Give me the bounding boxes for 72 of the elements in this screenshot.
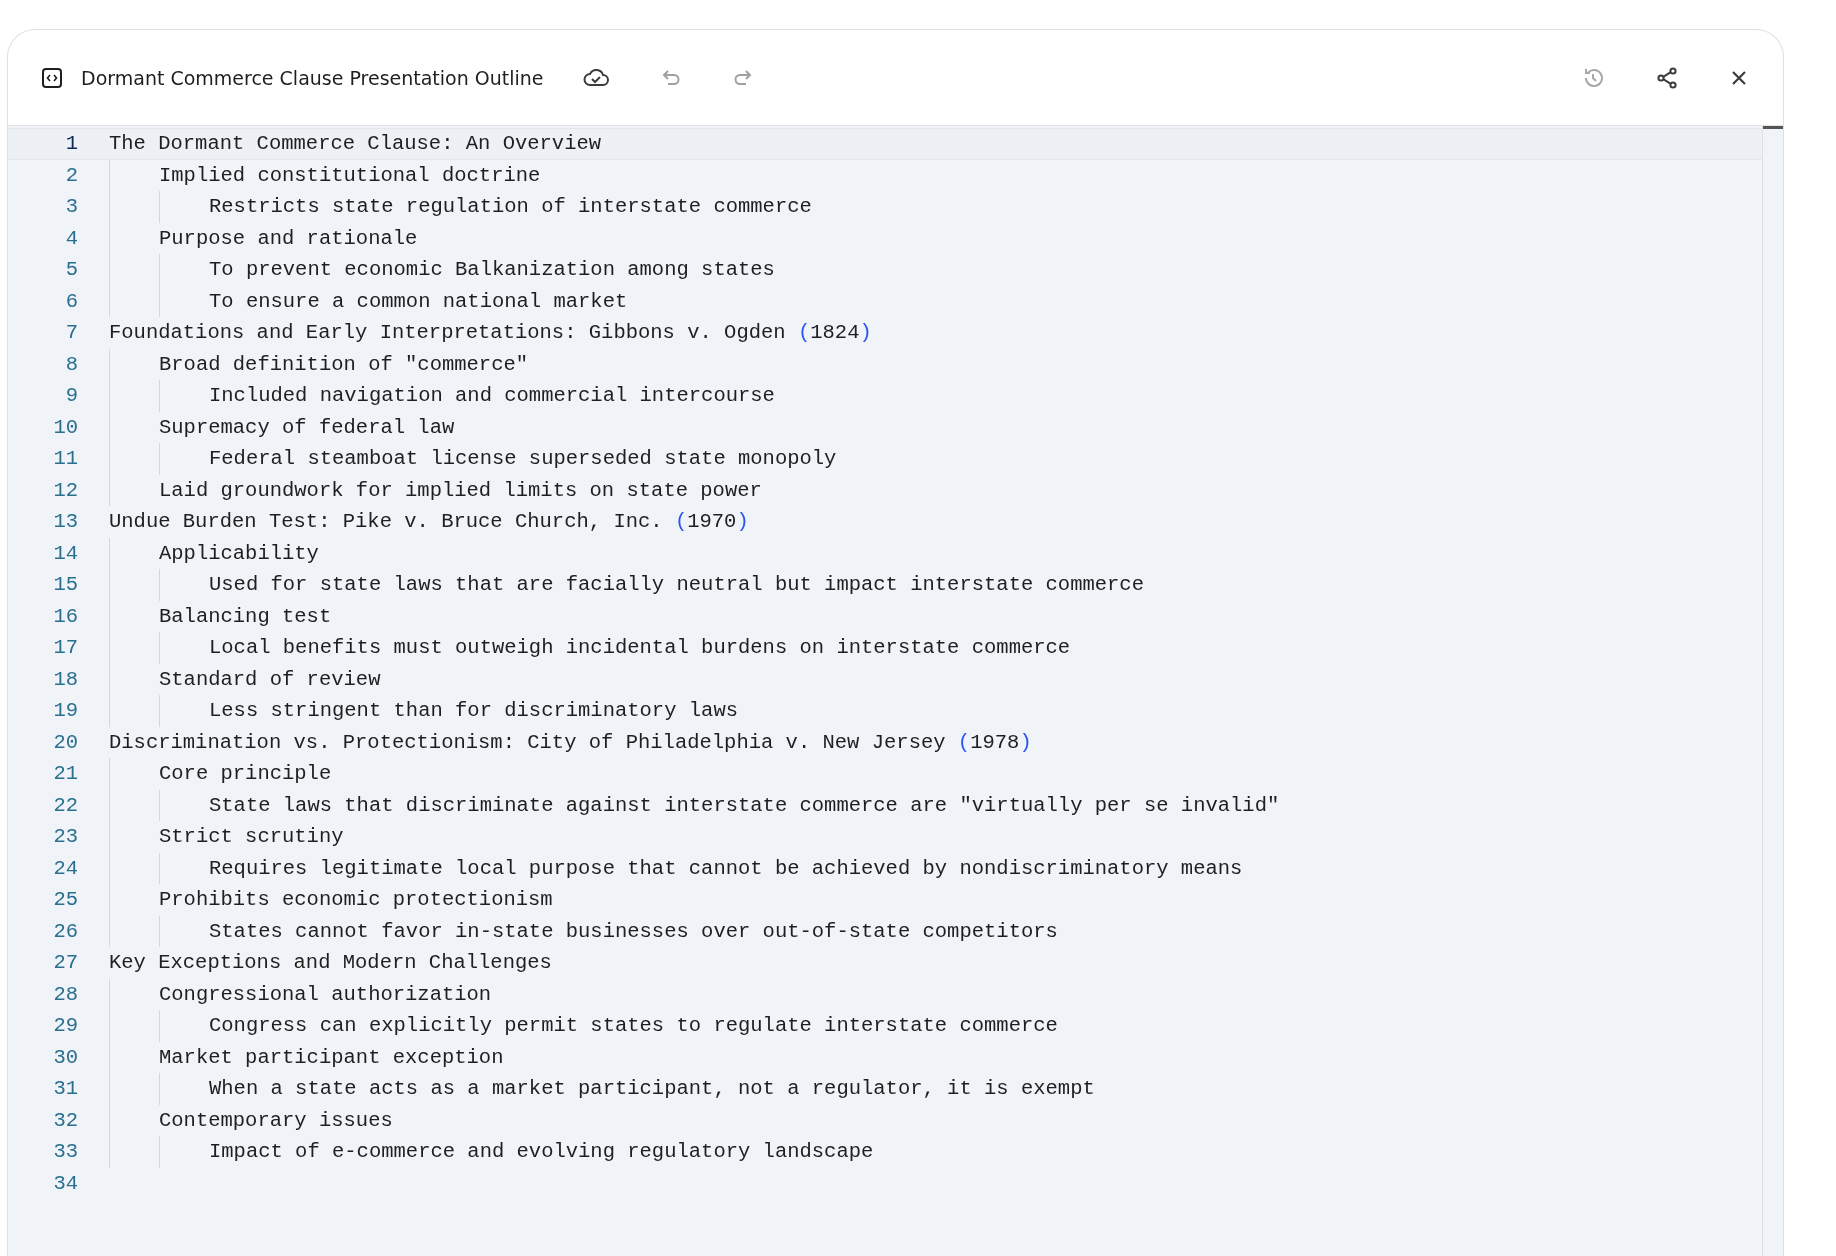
code-line: Standard of review <box>159 666 381 693</box>
code-line: Congress can explicitly permit states to regulate interstate commerce <box>209 1013 1058 1039</box>
line-number: 25 <box>52 887 78 913</box>
line-number: 23 <box>52 824 78 850</box>
code-line: Included navigation and commercial intercourse <box>209 383 775 409</box>
line-number: 12 <box>52 477 78 504</box>
line-number: 13 <box>52 509 78 535</box>
code-line: Laid groundwork for implied limits on state power <box>159 477 762 504</box>
line-number: 29 <box>52 1013 78 1039</box>
code-line: Less stringent than for discriminatory laws <box>209 698 738 724</box>
line-number: 17 <box>52 635 78 661</box>
line-number: 22 <box>52 792 78 819</box>
code-line: When a state acts as a market participant, not a regulator, it is exempt <box>209 1076 1095 1102</box>
line-number: 19 <box>52 698 78 724</box>
line-number: 2 <box>64 162 78 189</box>
code-line: State laws that discriminate against interstate commerce are "virtually per se invalid" <box>209 792 1280 819</box>
code-line: Restricts state regulation of interstate commerce <box>209 194 812 220</box>
code-line: The Dormant Commerce Clause: An Overview <box>109 131 602 157</box>
line-number: 28 <box>52 981 78 1008</box>
code-line: Contemporary issues <box>159 1107 393 1134</box>
code-line: Purpose and rationale <box>159 225 418 252</box>
code-line: Supremacy of federal law <box>159 414 455 441</box>
line-number: 15 <box>52 572 78 598</box>
line-number: 18 <box>52 666 78 693</box>
code-line: Used for state laws that are facially neutral but impact interstate commerce <box>209 572 1144 598</box>
line-number: 21 <box>52 761 78 787</box>
line-number: 14 <box>52 540 78 567</box>
line-number: 6 <box>64 288 78 315</box>
line-number: 10 <box>52 414 78 441</box>
code-line: Discrimination vs. Protectionism: City of Philadelphia v. New Jersey (1978) <box>109 729 1032 756</box>
line-number: 30 <box>52 1044 78 1071</box>
code-file-icon <box>41 66 63 89</box>
code-line: Balancing test <box>159 603 332 630</box>
code-line: To ensure a common national market <box>209 288 628 315</box>
line-number: 32 <box>52 1107 78 1134</box>
code-line: Congressional authorization <box>159 981 492 1008</box>
code-line: Strict scrutiny <box>159 824 344 850</box>
line-number: 24 <box>52 855 78 882</box>
share-icon <box>1655 65 1679 90</box>
line-number: 8 <box>64 351 78 378</box>
line-number: 3 <box>64 194 78 220</box>
line-number: 31 <box>52 1076 78 1102</box>
line-number: 27 <box>52 950 78 976</box>
line-number: 33 <box>52 1139 78 1165</box>
cloud-check-icon <box>581 66 610 89</box>
code-line: Local benefits must outweigh incidental burdens on interstate commerce <box>209 635 1071 661</box>
line-number: 34 <box>52 1170 78 1197</box>
line-number: 26 <box>52 918 78 945</box>
code-line: Implied constitutional doctrine <box>159 162 541 189</box>
line-number: 4 <box>64 225 78 252</box>
code-line: States cannot favor in-state businesses over out-of-state competitors <box>209 918 1058 945</box>
code-line: Foundations and Early Interpretations: Gibbons v. Ogden (1824) <box>109 320 872 346</box>
line-number: 1 <box>64 131 78 157</box>
code-line: Core principle <box>159 761 332 787</box>
code-line: To prevent economic Balkanization among states <box>209 257 775 283</box>
line-number: 7 <box>64 320 78 346</box>
document-title: Dormant Commerce Clause Presentation Outline <box>81 66 544 89</box>
code-line: Market participant exception <box>159 1044 504 1071</box>
code-line: Undue Burden Test: Pike v. Bruce Church, Inc. (1970) <box>109 509 749 535</box>
code-line: Broad definition of "commerce" <box>159 351 529 378</box>
code-line: Prohibits economic protectionism <box>159 887 553 913</box>
code-line: Federal steamboat license superseded state monopoly <box>209 446 837 472</box>
code-line: Key Exceptions and Modern Challenges <box>109 950 552 976</box>
code-line: Impact of e-commerce and evolving regulatory landscape <box>209 1139 874 1165</box>
line-number: 16 <box>52 603 78 630</box>
code-line: Applicability <box>159 540 319 567</box>
code-line: Requires legitimate local purpose that cannot be achieved by nondiscriminatory means <box>209 855 1243 882</box>
line-number: 11 <box>52 446 78 472</box>
line-number: 20 <box>52 729 78 756</box>
line-number: 9 <box>64 383 78 409</box>
scrollbar[interactable] <box>1762 126 1783 1256</box>
line-number: 5 <box>64 257 78 283</box>
